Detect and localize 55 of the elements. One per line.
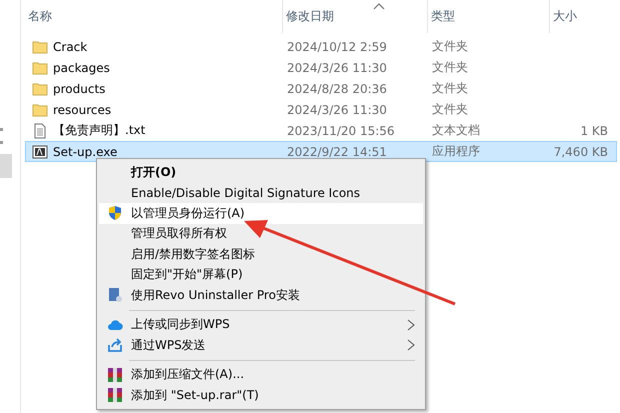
menu-item[interactable]: 添加到 "Set-up.rar"(T)	[99, 385, 423, 406]
file-type: 文本文档	[431, 122, 481, 139]
menu-item[interactable]: 以管理员身份运行(A)	[99, 203, 423, 224]
file-name: Set-up.exe	[53, 144, 118, 158]
file-row[interactable]: 【免责声明】.txt 2023/11/20 15:56 文本文档 1 KB	[25, 120, 617, 141]
modified-date: 2023/11/20 15:56	[286, 124, 396, 138]
file-row[interactable]: packages 2024/3/26 11:30 文件夹	[25, 57, 617, 78]
menu-item[interactable]: 通过WPS发送	[99, 335, 423, 356]
menu-item[interactable]: 管理员取得所有权	[99, 224, 423, 244]
file-row[interactable]: Crack 2024/10/12 2:59 文件夹	[25, 36, 617, 57]
file-row[interactable]: products 2024/8/28 20:36 文件夹	[25, 78, 617, 99]
menu-item-label: 打开(O)	[131, 164, 178, 181]
folder-icon	[32, 102, 48, 118]
column-header[interactable]: 类型	[428, 0, 550, 33]
column-header[interactable]: 大小	[550, 0, 620, 33]
modified-date: 2022/9/22 14:51	[286, 144, 388, 158]
column-header[interactable]: 修改日期	[283, 0, 428, 33]
file-name: 【免责声明】.txt	[53, 122, 146, 139]
menu-item[interactable]: 启用/禁用数字签名图标	[99, 244, 423, 264]
modified-date: 2024/3/26 11:30	[286, 60, 388, 74]
archive-icon	[107, 387, 123, 404]
installer-icon	[107, 287, 123, 304]
folder-icon	[32, 60, 48, 76]
file-name: packages	[53, 60, 110, 74]
menu-item[interactable]: 添加到压缩文件(A)...	[99, 364, 423, 385]
archive-icon	[107, 366, 123, 383]
file-name: resources	[53, 102, 112, 116]
modified-date: 2024/3/26 11:30	[286, 102, 388, 116]
application-icon	[32, 144, 48, 160]
folder-icon	[32, 80, 48, 96]
modified-date: 2024/10/12 2:59	[286, 40, 388, 54]
scrollbar-thumb[interactable]	[0, 154, 12, 178]
file-type: 应用程序	[431, 143, 481, 160]
file-name: products	[53, 82, 106, 96]
document-icon	[32, 122, 48, 138]
file-type: 文件夹	[431, 59, 469, 76]
column-header[interactable]: 名称	[25, 0, 283, 33]
menu-item[interactable]: 打开(O)	[99, 162, 423, 182]
file-size: 1 KB	[579, 124, 609, 138]
menu-item[interactable]: 上传或同步到WPS	[99, 314, 423, 335]
file-name: Crack	[53, 40, 88, 54]
nav-pane-marker	[0, 141, 3, 144]
menu-item[interactable]: 固定到"开始"屏幕(P)	[99, 264, 423, 285]
nav-pane-marker	[0, 128, 3, 131]
file-type: 文件夹	[431, 80, 469, 97]
file-type: 文件夹	[431, 101, 469, 118]
file-row[interactable]: resources 2024/3/26 11:30 文件夹	[25, 99, 617, 120]
share-icon	[107, 337, 123, 354]
shield-icon	[107, 205, 123, 222]
file-size: 7,460 KB	[552, 144, 609, 158]
menu-item[interactable]: Enable/Disable Digital Signature Icons	[99, 182, 423, 203]
modified-date: 2024/8/28 20:36	[286, 82, 388, 96]
folder-icon	[32, 38, 48, 54]
file-type: 文件夹	[431, 38, 469, 55]
menu-item[interactable]: 使用Revo Uninstaller Pro安装	[99, 285, 423, 306]
